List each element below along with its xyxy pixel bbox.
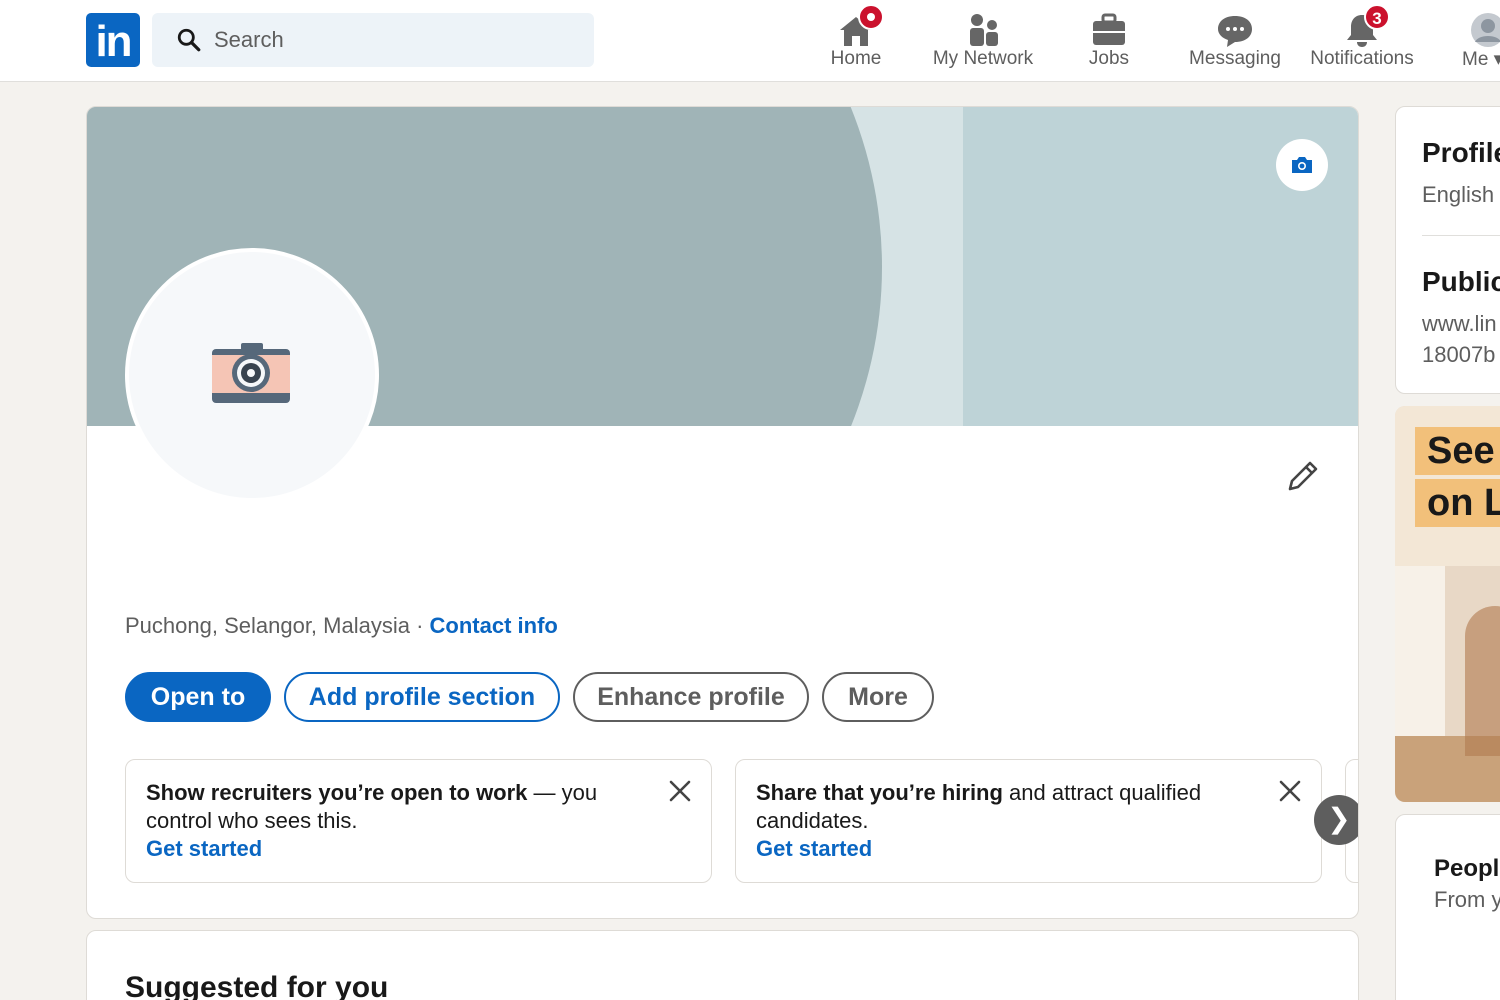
public-profile-url[interactable]: www.lin: [1422, 311, 1497, 337]
avatar-icon: [1471, 13, 1500, 47]
linkedin-logo[interactable]: in: [86, 13, 140, 67]
top-nav-bar: in Home My Network Jobs: [0, 0, 1500, 82]
people-card-subtitle: From y: [1434, 887, 1500, 912]
ad-headline-line2: on Li: [1415, 479, 1500, 527]
profile-settings-card: Profile English Public www.lin 18007b: [1395, 106, 1500, 394]
notification-count-badge: 3: [1364, 4, 1390, 30]
profile-location: Puchong, Selangor, Malaysia: [125, 613, 410, 638]
add-photo-camera-icon: [212, 343, 290, 403]
nav-item-messaging[interactable]: Messaging: [1182, 6, 1288, 76]
messaging-icon: [1218, 16, 1252, 47]
ad-banner[interactable]: See on Li: [1395, 406, 1500, 802]
more-button[interactable]: More: [822, 672, 934, 722]
nav-label-my-network: My Network: [932, 48, 1034, 69]
profile-language-title: Profile: [1422, 137, 1500, 168]
network-icon: [970, 14, 998, 46]
me-label-text: Me: [1462, 49, 1489, 70]
open-to-work-suggestion-card: Show recruiters you’re open to work — yo…: [125, 759, 712, 883]
public-profile-url-2[interactable]: 18007b: [1422, 342, 1495, 368]
add-profile-section-button[interactable]: Add profile section: [284, 672, 560, 722]
people-card-title: Peopl: [1434, 855, 1500, 882]
suggested-for-you-card: Suggested for you: [86, 930, 1359, 1000]
profile-card: Puchong, Selangor, Malaysia · Contact in…: [86, 106, 1359, 919]
edit-intro-pencil-icon[interactable]: [1282, 457, 1322, 497]
suggestion-bold-text: Share that you’re hiring: [756, 780, 1003, 805]
contact-info-link[interactable]: Contact info: [430, 613, 558, 638]
profile-language-value: English: [1422, 182, 1495, 207]
hiring-suggestion-card: Share that you’re hiring and attract qua…: [735, 759, 1322, 883]
carousel-next-button[interactable]: ❯: [1314, 795, 1358, 845]
get-started-link[interactable]: Get started: [146, 835, 691, 863]
search-icon: [177, 28, 201, 52]
location-separator: ·: [409, 613, 430, 638]
briefcase-icon: [1093, 13, 1125, 45]
nav-item-home[interactable]: Home: [818, 4, 894, 76]
nav-label-jobs: Jobs: [1088, 48, 1130, 69]
nav-label-home: Home: [830, 48, 882, 69]
home-notification-dot: [858, 4, 884, 30]
location-line: Puchong, Selangor, Malaysia · Contact in…: [125, 613, 558, 639]
search-box[interactable]: [152, 13, 594, 67]
profile-photo[interactable]: [125, 248, 379, 502]
suggestion-bold-text: Show recruiters you’re open to work: [146, 780, 528, 805]
edit-banner-button[interactable]: [1276, 139, 1328, 191]
suggestion-text: Show recruiters you’re open to work — yo…: [146, 779, 656, 835]
nav-label-messaging: Messaging: [1189, 48, 1281, 69]
suggested-for-you-title: Suggested for you: [125, 971, 389, 1000]
ad-person-image: [1465, 606, 1500, 756]
enhance-profile-button[interactable]: Enhance profile: [573, 672, 809, 722]
close-icon[interactable]: [1277, 778, 1303, 804]
open-to-button[interactable]: Open to: [125, 672, 271, 722]
nav-label-notifications: Notifications: [1310, 48, 1414, 69]
nav-item-jobs[interactable]: Jobs: [1074, 6, 1144, 76]
nav-item-my-network[interactable]: My Network: [923, 6, 1043, 76]
suggestion-text: Share that you’re hiring and attract qua…: [756, 779, 1236, 835]
get-started-link[interactable]: Get started: [756, 835, 1301, 863]
camera-icon: [1292, 157, 1312, 173]
nav-item-notifications[interactable]: 3 Notifications: [1302, 4, 1422, 76]
nav-item-me[interactable]: Me ▾: [1456, 6, 1500, 76]
nav-label-me: Me ▾: [1462, 49, 1500, 70]
search-input[interactable]: [214, 13, 584, 67]
divider: [1422, 235, 1500, 236]
ad-headline-line1: See: [1415, 427, 1500, 475]
public-profile-title: Public: [1422, 266, 1500, 297]
people-suggestions-card: Peopl From y: [1395, 814, 1500, 1000]
close-icon[interactable]: [667, 778, 693, 804]
